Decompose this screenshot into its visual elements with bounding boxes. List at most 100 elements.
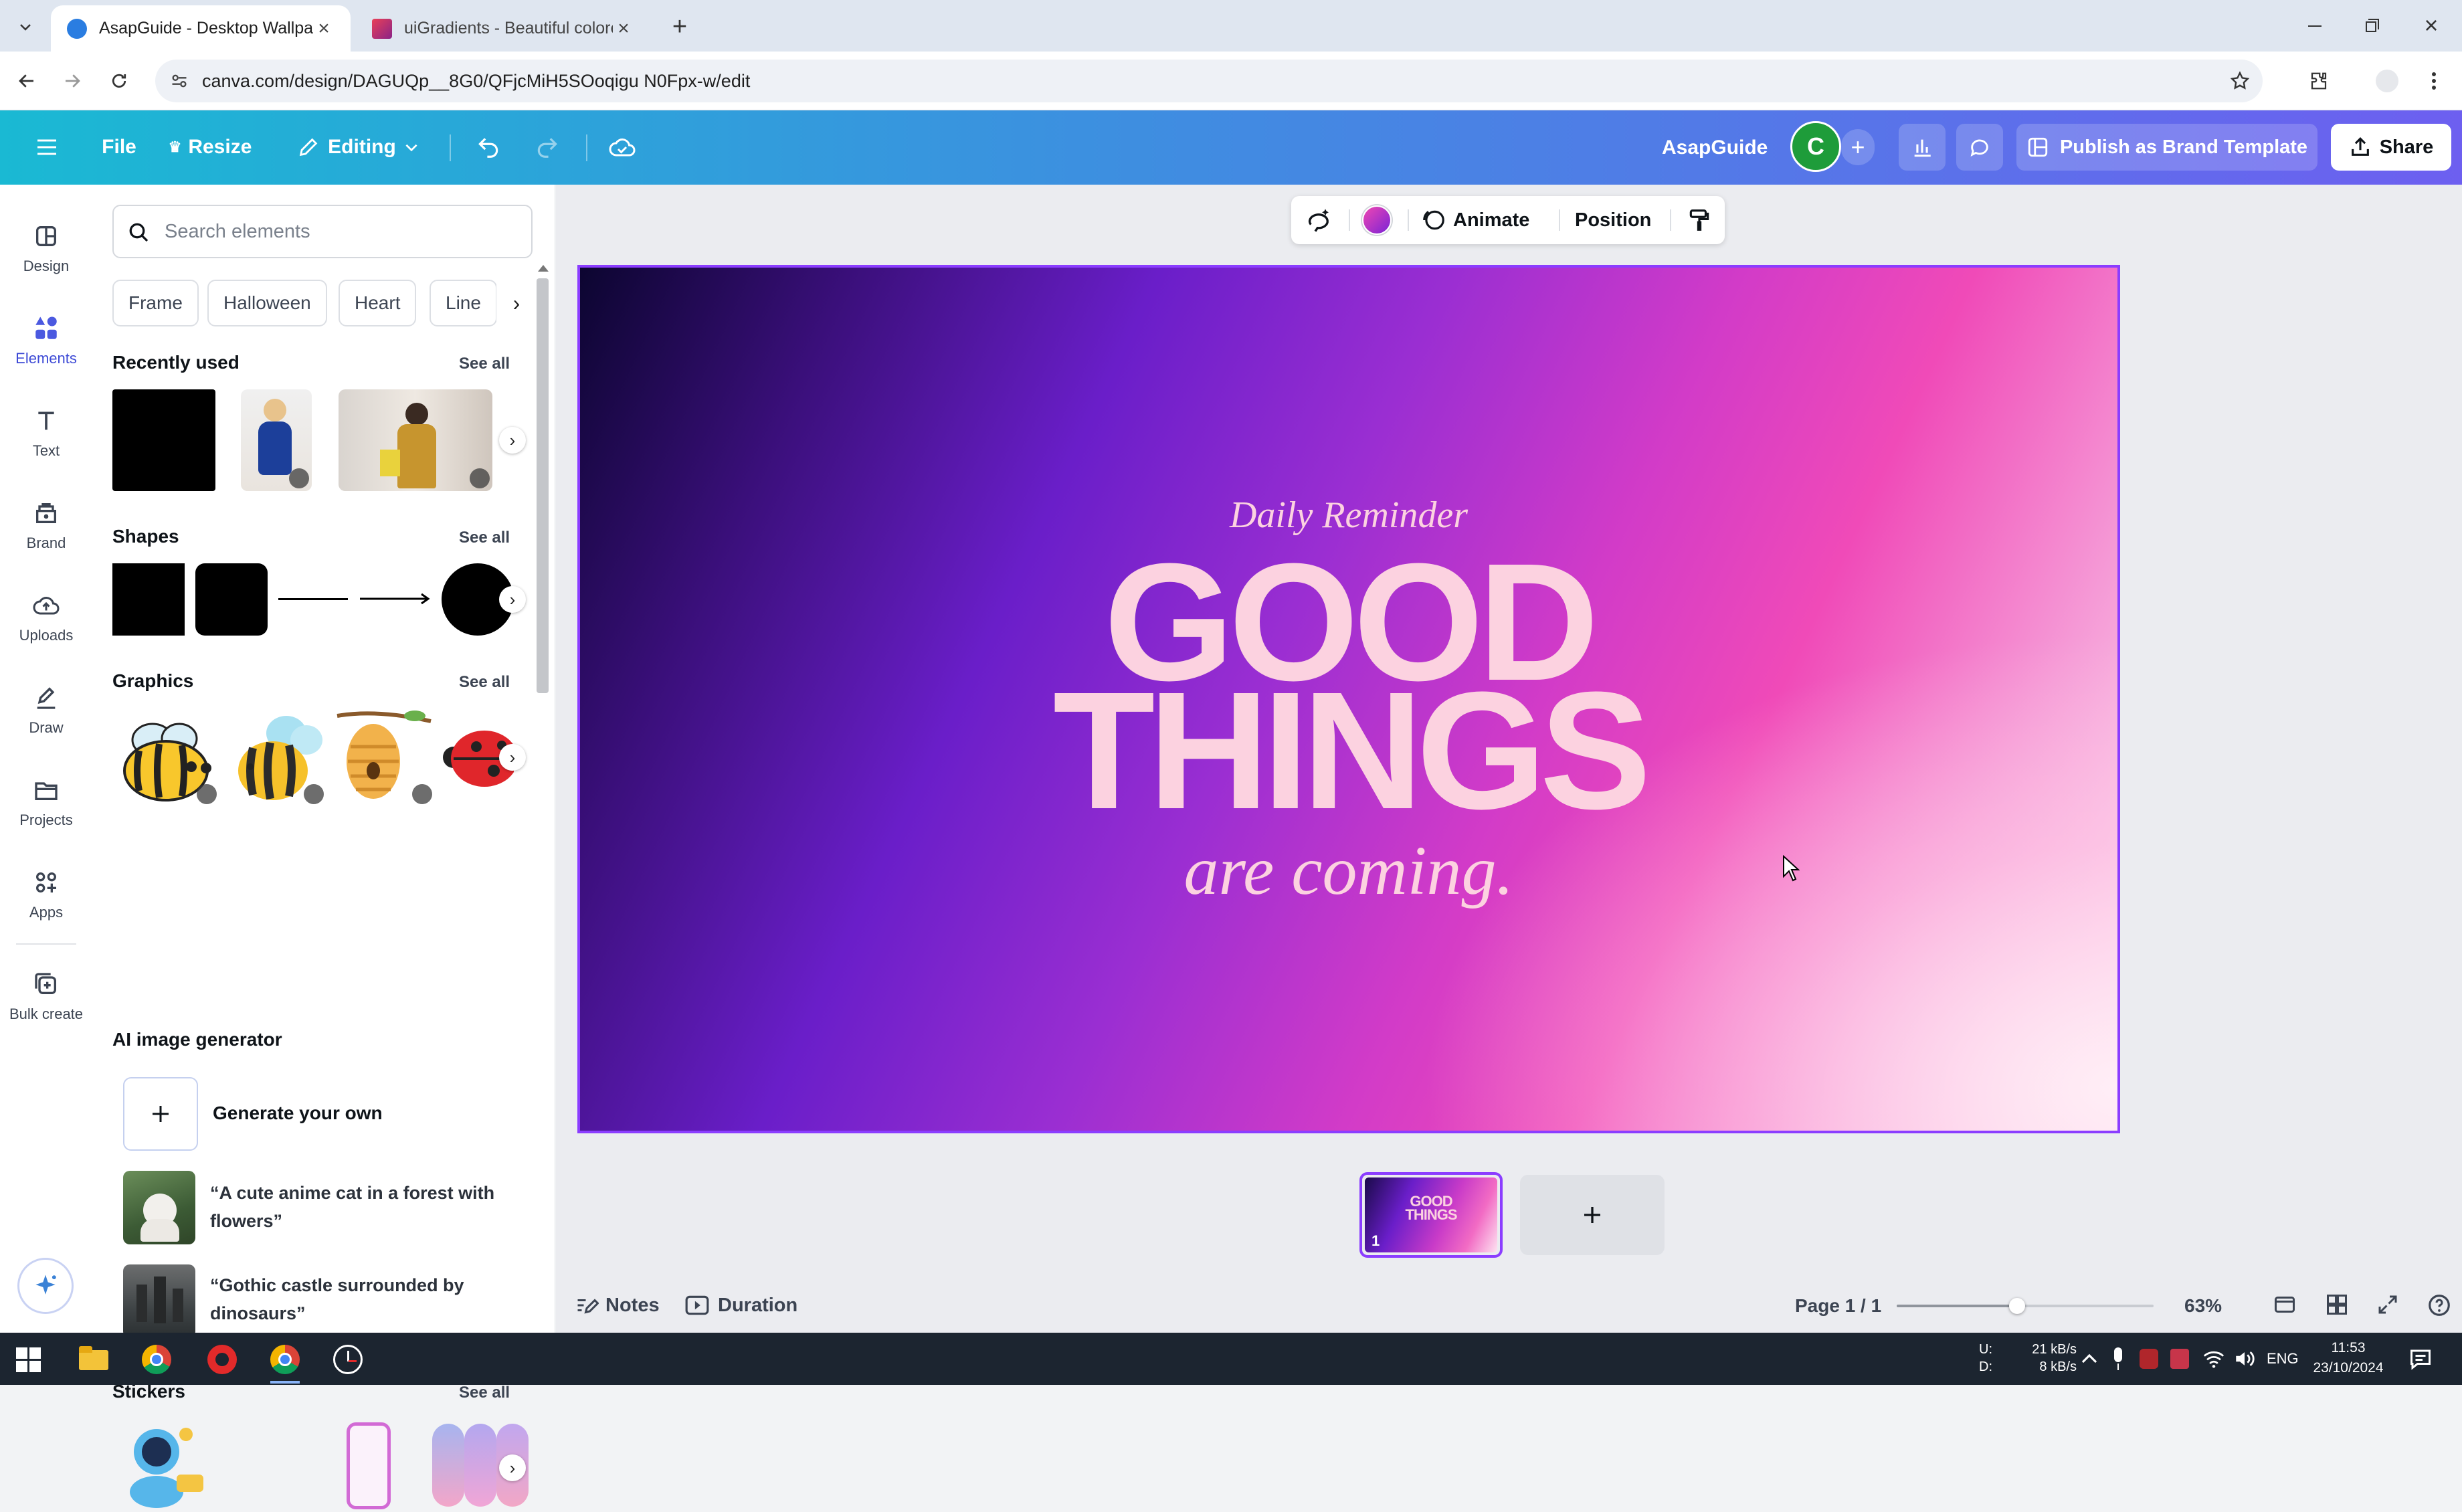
- rail-item-design[interactable]: Design: [0, 207, 92, 288]
- rail-item-text[interactable]: Text: [0, 392, 92, 472]
- chip-heart[interactable]: Heart: [339, 280, 417, 326]
- publish-brand-template-button[interactable]: Publish as Brand Template: [2016, 124, 2317, 171]
- file-explorer-icon[interactable]: [79, 1346, 108, 1370]
- forward-button[interactable]: [58, 66, 87, 96]
- chip-halloween[interactable]: Halloween: [207, 280, 327, 326]
- generate-your-own-button[interactable]: [123, 1077, 198, 1151]
- graphic-beehive[interactable]: [335, 706, 435, 807]
- design-headline-line-2[interactable]: THINGS: [580, 667, 2117, 834]
- tray-overflow-chevron-icon[interactable]: [2079, 1350, 2099, 1367]
- rail-item-elements[interactable]: Elements: [0, 300, 92, 380]
- page-thumbnail[interactable]: GOOD THINGS 1: [1359, 1172, 1503, 1258]
- recent-black-rectangle[interactable]: [112, 389, 215, 491]
- ai-example-prompt-1[interactable]: “A cute anime cat in a forest with flowe…: [210, 1179, 511, 1235]
- insights-button[interactable]: [1899, 124, 1946, 171]
- tab-search-button[interactable]: [12, 13, 39, 40]
- rail-item-draw[interactable]: Draw: [0, 669, 92, 749]
- tray-f-icon[interactable]: [2170, 1349, 2189, 1369]
- close-tab-icon[interactable]: ×: [613, 17, 634, 39]
- shape-rounded-square[interactable]: [195, 563, 268, 636]
- team-name[interactable]: AsapGuide: [1662, 110, 1768, 185]
- zoom-slider[interactable]: [1897, 1298, 2154, 1314]
- extensions-icon[interactable]: [2304, 66, 2334, 96]
- sticker-character[interactable]: [542, 1418, 555, 1512]
- grid-view-button[interactable]: [2325, 1293, 2354, 1319]
- rail-item-apps[interactable]: Apps: [0, 854, 92, 934]
- shape-arrow-line[interactable]: [359, 591, 432, 606]
- editing-mode-button[interactable]: Editing: [289, 124, 428, 171]
- fullscreen-button[interactable]: [2376, 1293, 2405, 1319]
- cloud-save-status-button[interactable]: [602, 124, 642, 171]
- add-page-button[interactable]: [1520, 1175, 1665, 1255]
- comments-button[interactable]: [1956, 124, 2003, 171]
- sticker-robot[interactable]: [123, 1418, 210, 1512]
- color-swatch-button[interactable]: [1362, 205, 1392, 235]
- design-page-canvas[interactable]: Daily Reminder GOOD THINGS are coming.: [577, 265, 2120, 1133]
- graphic-bee-flying[interactable]: [226, 706, 326, 807]
- see-all-link[interactable]: See all: [459, 529, 510, 547]
- restore-window-icon[interactable]: [2360, 15, 2383, 37]
- position-button[interactable]: Position: [1575, 203, 1651, 238]
- see-all-link[interactable]: See all: [459, 673, 510, 692]
- windows-start-icon[interactable]: [16, 1347, 41, 1373]
- magic-assistant-button[interactable]: [17, 1258, 74, 1314]
- graphic-bee[interactable]: [112, 706, 219, 807]
- recent-scroll-right-icon[interactable]: ›: [499, 427, 526, 454]
- rail-item-brand[interactable]: Brand: [0, 484, 92, 565]
- pages-view-button[interactable]: [2273, 1293, 2302, 1319]
- graphics-scroll-right-icon[interactable]: ›: [499, 744, 526, 771]
- user-avatar[interactable]: C: [1790, 121, 1841, 172]
- more-menu-icon[interactable]: [2419, 66, 2449, 96]
- language-indicator[interactable]: ENG: [2267, 1350, 2299, 1367]
- bookmark-star-icon[interactable]: [2229, 70, 2251, 92]
- add-people-button[interactable]: +: [1841, 129, 1875, 165]
- clock-app-taskbar-icon[interactable]: [333, 1345, 363, 1374]
- clock[interactable]: 11:53 23/10/2024: [2301, 1338, 2395, 1378]
- recording-tray-icon[interactable]: [2140, 1349, 2158, 1369]
- wifi-tray-icon[interactable]: [2202, 1347, 2225, 1370]
- zoom-percentage[interactable]: 63%: [2184, 1295, 2222, 1317]
- chrome-taskbar-icon[interactable]: [142, 1345, 171, 1374]
- stickers-scroll-right-icon[interactable]: ›: [499, 1454, 526, 1481]
- share-button[interactable]: Share: [2331, 124, 2451, 171]
- recent-photo-shopping-woman[interactable]: [339, 389, 492, 491]
- panel-scrollbar-thumb[interactable]: [537, 278, 549, 693]
- search-elements-input[interactable]: Search elements: [112, 205, 533, 258]
- back-button[interactable]: [12, 66, 41, 96]
- zoom-slider-handle[interactable]: [2009, 1298, 2025, 1314]
- ai-example-anime-cat-thumb[interactable]: [123, 1171, 195, 1244]
- minimize-window-icon[interactable]: [2301, 16, 2328, 36]
- browser-tab[interactable]: uiGradients - Beautiful colored ×: [356, 5, 650, 52]
- ai-example-gothic-castle-thumb[interactable]: [123, 1264, 195, 1338]
- chip-frame[interactable]: Frame: [112, 280, 199, 326]
- design-tagline[interactable]: are coming.: [580, 831, 2117, 911]
- rail-item-bulk-create[interactable]: Bulk create: [0, 955, 92, 1036]
- undo-button[interactable]: [468, 124, 508, 171]
- notifications-icon[interactable]: [2408, 1347, 2433, 1370]
- page-indicator[interactable]: Page 1 / 1: [1795, 1295, 1881, 1317]
- rail-item-uploads[interactable]: Uploads: [0, 577, 92, 657]
- reload-button[interactable]: [104, 66, 134, 96]
- main-menu-button[interactable]: [27, 124, 67, 171]
- see-all-link[interactable]: See all: [459, 355, 510, 373]
- shapes-scroll-right-icon[interactable]: ›: [499, 586, 526, 613]
- microphone-tray-icon[interactable]: [2111, 1347, 2125, 1370]
- ai-example-prompt-2[interactable]: “Gothic castle surrounded by dinosaurs”: [210, 1271, 511, 1327]
- chips-scroll-right-icon[interactable]: ›: [496, 280, 537, 326]
- recent-photo-woman-blue-dress[interactable]: [241, 389, 312, 491]
- shape-line[interactable]: [278, 598, 348, 600]
- volume-tray-icon[interactable]: [2233, 1347, 2256, 1370]
- redo-button[interactable]: [527, 124, 567, 171]
- browser-tab[interactable]: AsapGuide - Desktop Wallpape ×: [51, 5, 351, 52]
- animate-button[interactable]: Animate: [1421, 203, 1529, 238]
- magic-edit-button[interactable]: [1301, 203, 1337, 238]
- duration-button[interactable]: Duration: [684, 1287, 797, 1323]
- chrome-active-taskbar-icon[interactable]: [270, 1345, 300, 1374]
- recorder-taskbar-icon[interactable]: [207, 1345, 237, 1374]
- profile-avatar-icon[interactable]: [2372, 66, 2402, 96]
- resize-button[interactable]: ♛ Resize: [163, 124, 257, 171]
- help-button[interactable]: [2427, 1293, 2456, 1319]
- generate-your-own-label[interactable]: Generate your own: [213, 1103, 383, 1124]
- close-window-icon[interactable]: ×: [2418, 12, 2445, 39]
- notes-button[interactable]: Notes: [575, 1287, 660, 1323]
